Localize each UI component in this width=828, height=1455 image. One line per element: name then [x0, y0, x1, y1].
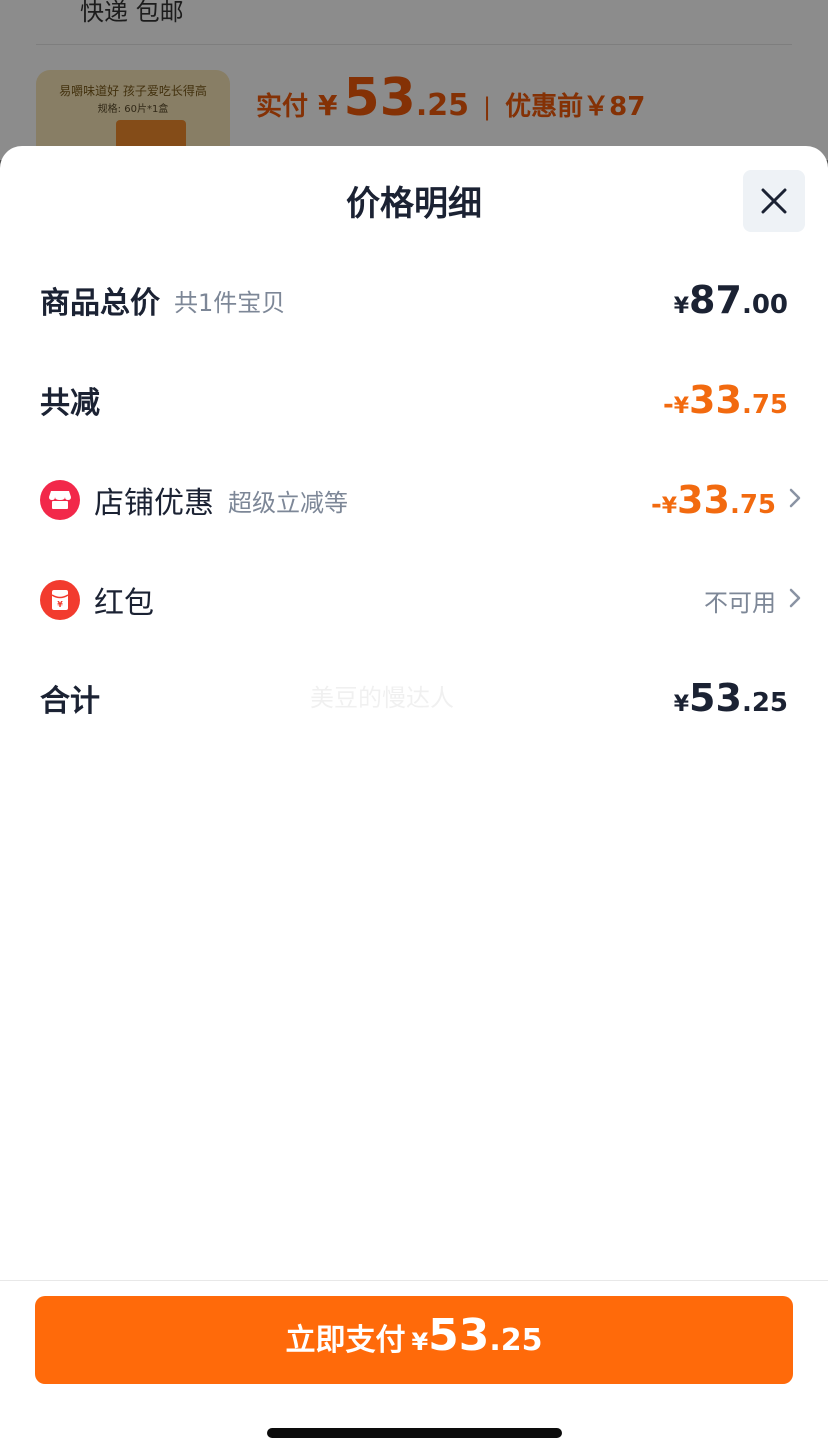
- pay-now-button[interactable]: 立即支付 ¥ 53 .25: [35, 1296, 793, 1384]
- total-discount-currency: ¥: [673, 394, 690, 419]
- total-dec: .25: [741, 688, 788, 718]
- total-amount: ¥ 53 .25: [674, 676, 788, 720]
- store-discount-label: 店铺优惠: [94, 486, 214, 521]
- pay-now-label: 立即支付: [285, 1323, 406, 1358]
- watermark-text: 美豆的慢达人: [310, 684, 454, 712]
- store-discount-sign: -: [650, 490, 662, 520]
- red-packet-icon: ¥: [40, 580, 80, 620]
- footer-divider: [0, 1280, 828, 1281]
- total-discount-dec: .75: [741, 390, 788, 420]
- subtotal-dec: .00: [741, 290, 788, 320]
- store-discount-amount: - ¥ 33 .75: [651, 478, 776, 522]
- store-discount-dec: .75: [729, 490, 776, 520]
- subtotal-amount: ¥ 87 .00: [674, 278, 788, 322]
- store-discount-right: - ¥ 33 .75: [651, 478, 802, 522]
- red-packet-row[interactable]: ¥ 红包 不可用: [40, 570, 801, 630]
- red-packet-right: 不可用: [704, 583, 802, 618]
- subtotal-int: 87: [689, 278, 742, 322]
- store-icon: [40, 480, 80, 520]
- home-indicator[interactable]: [267, 1428, 562, 1438]
- sheet-title: 价格明细: [346, 184, 482, 224]
- total-discount-sign: -: [662, 390, 674, 420]
- subtotal-label: 商品总价: [40, 286, 160, 321]
- total-currency: ¥: [673, 692, 690, 717]
- subtotal-currency: ¥: [673, 294, 690, 319]
- subtotal-row: 商品总价 共1件宝贝 ¥ 87 .00: [40, 270, 788, 330]
- svg-text:¥: ¥: [57, 600, 63, 609]
- close-icon: [761, 188, 787, 214]
- total-discount-amount: - ¥ 33 .75: [663, 378, 788, 422]
- total-discount-label: 共减: [40, 386, 100, 421]
- pay-now-dec: .25: [489, 1323, 543, 1358]
- item-count: 共1件宝贝: [174, 288, 286, 317]
- total-discount-int: 33: [689, 378, 742, 422]
- total-label: 合计: [40, 684, 100, 719]
- store-discount-int: 33: [677, 478, 730, 522]
- store-discount-row[interactable]: 店铺优惠 超级立减等 - ¥ 33 .75: [40, 470, 801, 530]
- close-button[interactable]: [743, 170, 805, 232]
- red-packet-label: 红包: [94, 586, 154, 621]
- price-detail-sheet: 价格明细 商品总价 共1件宝贝 ¥ 87 .00 共减 - ¥ 33 .75 店…: [0, 146, 828, 1455]
- total-discount-row: 共减 - ¥ 33 .75: [40, 370, 788, 430]
- store-discount-sub: 超级立减等: [228, 488, 348, 517]
- total-int: 53: [689, 676, 742, 720]
- store-discount-currency: ¥: [661, 494, 678, 519]
- chevron-right-icon: [788, 587, 802, 614]
- pay-now-currency: ¥: [411, 1328, 429, 1356]
- chevron-right-icon: [788, 487, 802, 514]
- red-packet-status: 不可用: [704, 588, 776, 617]
- pay-now-int: 53: [428, 1310, 490, 1361]
